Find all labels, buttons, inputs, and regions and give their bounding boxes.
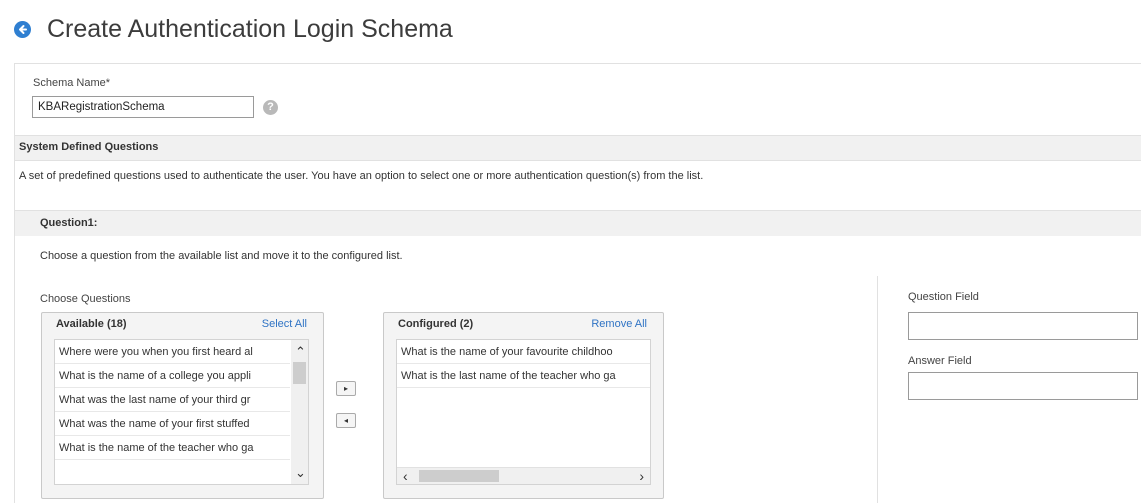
- page-title: Create Authentication Login Schema: [47, 14, 453, 43]
- vertical-scrollbar[interactable]: ⌃ ⌄: [291, 340, 308, 484]
- list-item[interactable]: What is the name of a college you appli: [55, 364, 290, 388]
- question1-title: Question1:: [40, 217, 98, 229]
- list-item[interactable]: Where were you when you first heard al: [55, 340, 290, 364]
- scroll-left-arrow-icon[interactable]: ‹: [403, 469, 408, 483]
- scroll-right-arrow-icon[interactable]: ›: [639, 469, 644, 483]
- question-field-input[interactable]: [908, 312, 1138, 340]
- question1-header: Question1:: [15, 210, 1141, 236]
- list-item[interactable]: What was the name of your first stuffed: [55, 412, 290, 436]
- available-items: Where were you when you first heard al W…: [55, 340, 290, 460]
- list-item[interactable]: What is the name of the teacher who ga: [55, 436, 290, 460]
- column-divider: [877, 276, 878, 503]
- configured-header: Configured (2) Remove All: [384, 313, 663, 335]
- section-description: A set of predefined questions used to au…: [19, 170, 704, 182]
- available-header: Available (18) Select All: [42, 313, 323, 335]
- move-left-button[interactable]: ◂: [336, 413, 356, 428]
- select-all-link[interactable]: Select All: [262, 318, 307, 330]
- question1-description: Choose a question from the available lis…: [40, 250, 403, 262]
- move-right-button[interactable]: ▸: [336, 381, 356, 396]
- page-header: Create Authentication Login Schema: [14, 12, 453, 46]
- schema-form-panel: Schema Name* KBARegistrationSchema ? Sys…: [14, 63, 1141, 503]
- remove-all-link[interactable]: Remove All: [591, 318, 647, 330]
- scroll-up-arrow-icon[interactable]: ⌃: [295, 345, 306, 358]
- available-list: Where were you when you first heard al W…: [54, 339, 309, 485]
- configured-list: What is the name of your favourite child…: [396, 339, 651, 485]
- back-arrow-icon[interactable]: [14, 20, 31, 38]
- schema-name-input[interactable]: KBARegistrationSchema: [32, 96, 254, 118]
- schema-name-label: Schema Name*: [33, 77, 111, 89]
- list-item[interactable]: What is the last name of the teacher who…: [397, 364, 650, 388]
- system-questions-header: System Defined Questions: [15, 135, 1141, 161]
- scroll-down-arrow-icon[interactable]: ⌄: [295, 466, 306, 479]
- available-listbox: Available (18) Select All Where were you…: [41, 312, 324, 499]
- choose-questions-label: Choose Questions: [40, 293, 131, 305]
- scroll-thumb[interactable]: [293, 362, 306, 384]
- list-item[interactable]: What was the last name of your third gr: [55, 388, 290, 412]
- available-title: Available (18): [56, 318, 127, 330]
- help-icon[interactable]: ?: [263, 100, 278, 115]
- answer-field-input[interactable]: [908, 372, 1138, 400]
- section-title: System Defined Questions: [19, 141, 159, 153]
- configured-listbox: Configured (2) Remove All What is the na…: [383, 312, 664, 499]
- question-field-label: Question Field: [908, 291, 979, 303]
- scroll-thumb[interactable]: [419, 470, 499, 482]
- list-item[interactable]: What is the name of your favourite child…: [397, 340, 650, 364]
- horizontal-scrollbar[interactable]: ‹ ›: [397, 467, 650, 484]
- answer-field-label: Answer Field: [908, 355, 972, 367]
- configured-title: Configured (2): [398, 318, 474, 330]
